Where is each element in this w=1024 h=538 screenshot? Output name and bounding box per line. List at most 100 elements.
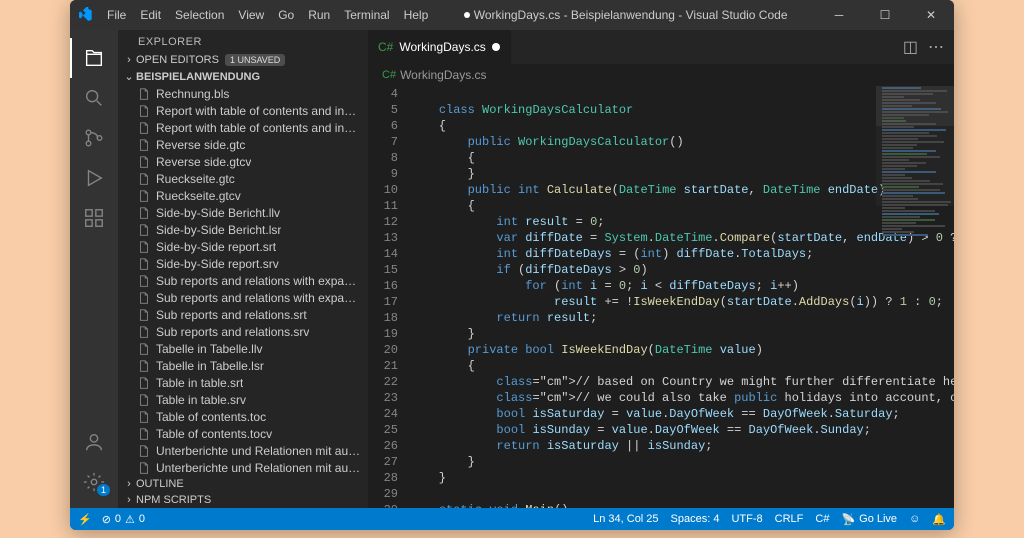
sidebar: EXPLORER › OPEN EDITORS 1 UNSAVED ⌄ BEIS…	[118, 30, 368, 508]
menu-run[interactable]: Run	[301, 0, 337, 30]
source-control-icon[interactable]	[70, 118, 118, 158]
main-body: 1 EXPLORER › OPEN EDITORS 1 UNSAVED ⌄ BE…	[70, 30, 954, 508]
file-item[interactable]: Unterberichte und Relationen mit ausklap…	[118, 442, 368, 459]
split-editor-icon[interactable]: ◫	[903, 37, 918, 57]
language-mode[interactable]: C#	[815, 513, 829, 525]
extensions-icon[interactable]	[70, 198, 118, 238]
minimap-viewport[interactable]	[876, 86, 954, 126]
file-icon	[136, 358, 152, 374]
file-icon	[136, 222, 152, 238]
file-icon	[136, 103, 152, 119]
menu-view[interactable]: View	[231, 0, 271, 30]
file-item[interactable]: Sub reports and relations.srv	[118, 323, 368, 340]
indentation[interactable]: Spaces: 4	[671, 513, 720, 525]
file-icon	[136, 86, 152, 102]
run-debug-icon[interactable]	[70, 158, 118, 198]
vscode-window: File Edit Selection View Go Run Terminal…	[70, 0, 954, 530]
file-item[interactable]: Tabelle in Tabelle.lsr	[118, 357, 368, 374]
settings-badge: 1	[97, 484, 110, 496]
file-item[interactable]: Table of contents.tocv	[118, 425, 368, 442]
menu-help[interactable]: Help	[397, 0, 436, 30]
minimize-button[interactable]: ─	[816, 0, 862, 30]
folder-section[interactable]: ⌄ BEISPIELANWENDUNG	[118, 68, 368, 85]
chevron-right-icon: ›	[122, 494, 136, 506]
chevron-right-icon: ›	[122, 54, 136, 66]
file-list: Rechnung.blsReport with table of content…	[118, 85, 368, 476]
file-item[interactable]: Report with table of contents and index.…	[118, 119, 368, 136]
file-icon	[136, 273, 152, 289]
file-item[interactable]: Report with table of contents and index.…	[118, 102, 368, 119]
file-item[interactable]: Rueckseite.gtc	[118, 170, 368, 187]
file-item[interactable]: Unterberichte und Relationen mit ausklap…	[118, 459, 368, 476]
code-editor[interactable]: 4567891011121314151617181920212223242526…	[368, 86, 954, 508]
file-item[interactable]: Sub reports and relations.srt	[118, 306, 368, 323]
file-icon	[136, 426, 152, 442]
file-item[interactable]: Reverse side.gtc	[118, 136, 368, 153]
tab-bar: C# WorkingDays.cs ◫ ⋯	[368, 30, 954, 64]
bell-icon[interactable]: 🔔	[932, 513, 946, 526]
search-icon[interactable]	[70, 78, 118, 118]
file-item[interactable]: Side-by-Side report.srt	[118, 238, 368, 255]
outline-section[interactable]: › OUTLINE	[118, 476, 368, 492]
file-icon	[136, 120, 152, 136]
file-item[interactable]: Side-by-Side report.srv	[118, 255, 368, 272]
activity-bar: 1	[70, 30, 118, 508]
tab-workingdays[interactable]: C# WorkingDays.cs	[368, 30, 511, 64]
menu-edit[interactable]: Edit	[133, 0, 168, 30]
file-icon	[136, 188, 152, 204]
file-item[interactable]: Reverse side.gtcv	[118, 153, 368, 170]
go-live[interactable]: 📡Go Live	[841, 513, 897, 526]
chevron-down-icon: ⌄	[122, 70, 136, 83]
menu-bar: File Edit Selection View Go Run Terminal…	[100, 0, 435, 30]
sidebar-title: EXPLORER	[118, 30, 368, 52]
window-controls: ─ ☐ ✕	[816, 0, 954, 30]
file-item[interactable]: Sub reports and relations with expandabl…	[118, 289, 368, 306]
unsaved-badge: 1 UNSAVED	[225, 54, 285, 66]
remote-indicator[interactable]: ⚡	[78, 513, 92, 526]
file-item[interactable]: Side-by-Side Bericht.lsr	[118, 221, 368, 238]
titlebar: File Edit Selection View Go Run Terminal…	[70, 0, 954, 30]
code-content[interactable]: class WorkingDaysCalculator { public Wor…	[410, 86, 954, 508]
menu-file[interactable]: File	[100, 0, 133, 30]
npm-scripts-section[interactable]: › NPM SCRIPTS	[118, 492, 368, 508]
maximize-button[interactable]: ☐	[862, 0, 908, 30]
file-icon	[136, 324, 152, 340]
file-icon	[136, 239, 152, 255]
file-item[interactable]: Sub reports and relations with expandabl…	[118, 272, 368, 289]
file-icon	[136, 205, 152, 221]
statusbar: ⚡ ⊘0 ⚠0 Ln 34, Col 25 Spaces: 4 UTF-8 CR…	[70, 508, 954, 530]
encoding[interactable]: UTF-8	[731, 513, 762, 525]
file-icon	[136, 256, 152, 272]
file-item[interactable]: Table in table.srv	[118, 391, 368, 408]
menu-go[interactable]: Go	[271, 0, 301, 30]
file-item[interactable]: Table in table.srt	[118, 374, 368, 391]
menu-terminal[interactable]: Terminal	[337, 0, 396, 30]
file-icon	[136, 137, 152, 153]
problems-indicator[interactable]: ⊘0 ⚠0	[102, 513, 145, 526]
file-icon	[136, 375, 152, 391]
file-item[interactable]: Rechnung.bls	[118, 85, 368, 102]
csharp-file-icon: C#	[378, 40, 393, 54]
menu-selection[interactable]: Selection	[168, 0, 231, 30]
file-item[interactable]: Side-by-Side Bericht.llv	[118, 204, 368, 221]
cursor-position[interactable]: Ln 34, Col 25	[593, 513, 658, 525]
account-icon[interactable]	[70, 422, 118, 462]
feedback-icon[interactable]: ☺	[909, 513, 920, 525]
file-icon	[136, 392, 152, 408]
unsaved-dot-icon	[464, 12, 470, 18]
settings-icon[interactable]: 1	[70, 462, 118, 502]
minimap[interactable]	[876, 86, 954, 206]
more-actions-icon[interactable]: ⋯	[928, 37, 944, 57]
explorer-icon[interactable]	[70, 38, 118, 78]
open-editors-section[interactable]: › OPEN EDITORS 1 UNSAVED	[118, 52, 368, 68]
app-logo-icon	[70, 7, 100, 23]
file-icon	[136, 307, 152, 323]
file-icon	[136, 460, 152, 476]
eol[interactable]: CRLF	[775, 513, 804, 525]
file-item[interactable]: Tabelle in Tabelle.llv	[118, 340, 368, 357]
file-item[interactable]: Table of contents.toc	[118, 408, 368, 425]
chevron-right-icon: ›	[122, 478, 136, 490]
close-button[interactable]: ✕	[908, 0, 954, 30]
breadcrumb[interactable]: C# WorkingDays.cs	[368, 64, 954, 86]
file-item[interactable]: Rueckseite.gtcv	[118, 187, 368, 204]
